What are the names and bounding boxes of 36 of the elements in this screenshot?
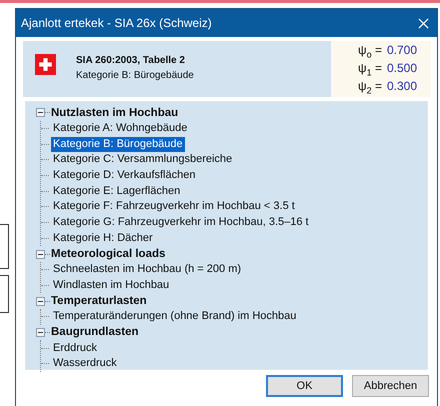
factor-value: 0.500	[386, 60, 417, 77]
tree-item[interactable]: Kategorie G: Fahrzeugverkehr im Hochbau, 3.5–16 t	[51, 215, 311, 230]
window-title: Ajanlott ertekek - SIA 26x (Schweiz)	[21, 16, 212, 30]
tree-group[interactable]: Baugrundlasten	[51, 326, 139, 338]
tree-item[interactable]: Kategorie A: Wohngebäude	[51, 121, 190, 136]
factor-symbol: ψ$_{o}$ =	[358, 42, 382, 59]
tree-group[interactable]: Nutzlasten im Hochbau	[51, 106, 178, 119]
collapse-icon[interactable]	[36, 108, 45, 118]
tree-item[interactable]: Kategorie F: Fahrzeugverkehr im Hochbau < 3.5 t	[51, 199, 297, 214]
tree-item[interactable]: Erddruck	[51, 340, 100, 356]
tree-group[interactable]: Meteorological loads	[51, 248, 166, 260]
tree-item[interactable]: Schneelasten im Hochbau (h = 200 m)	[51, 262, 244, 278]
tree-item[interactable]: Kategorie D: Verkaufsflächen	[51, 168, 198, 184]
factor-value: 0.300	[386, 78, 417, 95]
background-panel	[0, 275, 9, 313]
swiss-flag-icon	[35, 54, 56, 75]
tree-item[interactable]: Kategorie B: Bürogebäude	[51, 136, 185, 152]
factor-value: 0.700	[386, 42, 417, 59]
tree-item[interactable]: Temperaturänderungen (ohne Brand) im Hochbau	[51, 309, 298, 324]
factor-symbol: ψ$_{1}$ =	[358, 60, 382, 77]
tree-item[interactable]: Windlasten im Hochbau	[51, 278, 172, 293]
collapse-icon[interactable]	[36, 328, 45, 337]
factor-symbol: ψ$_{2}$ =	[358, 78, 382, 95]
standard-title: SIA 260:2003, Tabelle 2	[76, 55, 186, 66]
tree-item[interactable]: Wasserdruck	[51, 356, 119, 372]
category-label: Kategorie B: Bürogebäude	[76, 70, 194, 81]
background-panel	[0, 224, 9, 269]
cancel-button[interactable]: Abbrechen	[352, 375, 429, 397]
collapse-icon[interactable]	[36, 250, 45, 259]
tree-item[interactable]: Kategorie C: Versammlungsbereiche	[51, 152, 234, 168]
ok-button[interactable]: OK	[266, 375, 343, 397]
close-icon[interactable]	[418, 18, 429, 28]
tree-group[interactable]: Temperaturlasten	[51, 295, 147, 308]
tree-item[interactable]: Kategorie E: Lagerflächen	[51, 184, 182, 199]
tree-item[interactable]: Kategorie H: Dächer	[51, 230, 155, 246]
collapse-icon[interactable]	[36, 296, 45, 306]
